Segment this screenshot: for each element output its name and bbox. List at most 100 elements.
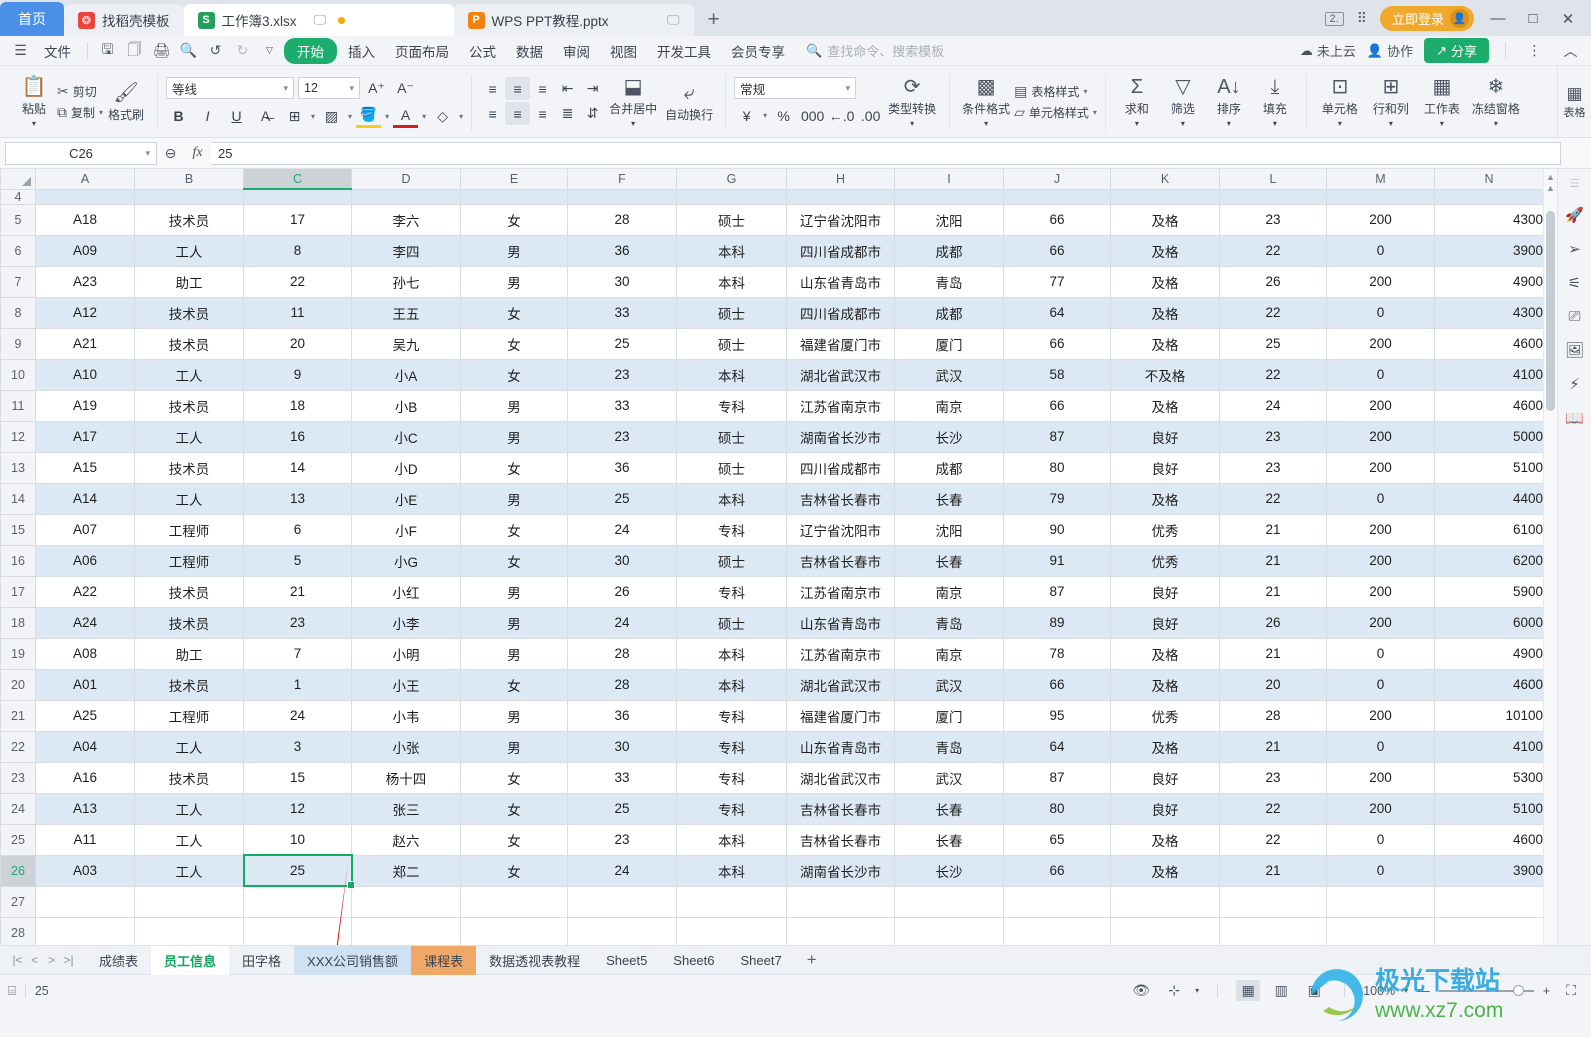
cell-J8[interactable]: 64 — [1003, 296, 1111, 329]
cell-K13[interactable]: 良好 — [1110, 451, 1220, 484]
row-header-20[interactable]: 20 — [0, 668, 36, 701]
align-left-icon[interactable]: ≡ — [480, 102, 505, 125]
close-button[interactable]: ✕ — [1557, 10, 1579, 28]
cell-G8[interactable]: 硕士 — [676, 296, 787, 329]
row-header-18[interactable]: 18 — [0, 606, 36, 639]
cell-M15[interactable]: 200 — [1326, 513, 1435, 546]
cell-L25[interactable]: 22 — [1219, 823, 1327, 856]
cell-E11[interactable]: 男 — [460, 389, 568, 422]
cell-N7[interactable]: 4900 — [1434, 265, 1544, 298]
cell-F24[interactable]: 25 — [567, 792, 677, 825]
cell-C7[interactable]: 22 — [243, 265, 352, 298]
tab-count-badge[interactable]: 2. — [1324, 11, 1344, 26]
cell-B11[interactable]: 技术员 — [134, 389, 244, 422]
cell-H15[interactable]: 辽宁省沈阳市 — [786, 513, 895, 546]
cell-G26[interactable]: 本科 — [676, 854, 787, 887]
cell-A17[interactable]: A22 — [35, 575, 135, 608]
apps-grid-icon[interactable]: ⠿ — [1357, 10, 1367, 27]
cell-F9[interactable]: 25 — [567, 327, 677, 360]
row-header-10[interactable]: 10 — [0, 358, 36, 391]
cell-G14[interactable]: 本科 — [676, 482, 787, 515]
cell-I17[interactable]: 南京 — [894, 575, 1004, 608]
cut-button[interactable]: ✂ 剪切 — [57, 83, 103, 100]
cell-B19[interactable]: 助工 — [134, 637, 244, 670]
cell[interactable] — [1003, 188, 1111, 205]
cell-D28[interactable] — [351, 916, 461, 945]
row-header-28[interactable]: 28 — [0, 916, 36, 945]
cell-G7[interactable]: 本科 — [676, 265, 787, 298]
clear-format-icon[interactable]: ◇ — [430, 105, 455, 128]
cell-F21[interactable]: 36 — [567, 699, 677, 732]
cell-L28[interactable] — [1219, 916, 1327, 945]
row-header-17[interactable]: 17 — [0, 575, 36, 608]
cell-M13[interactable]: 200 — [1326, 451, 1435, 484]
cell-D8[interactable]: 王五 — [351, 296, 461, 329]
cell-E15[interactable]: 女 — [460, 513, 568, 546]
row-header-21[interactable]: 21 — [0, 699, 36, 732]
cell-I12[interactable]: 长沙 — [894, 420, 1004, 453]
cell-I15[interactable]: 沈阳 — [894, 513, 1004, 546]
cell-I25[interactable]: 长春 — [894, 823, 1004, 856]
cell-E27[interactable] — [460, 885, 568, 918]
cell-button[interactable]: ⊡ 单元格 ▾ — [1315, 71, 1365, 133]
menu-tab-start[interactable]: 开始 — [284, 37, 337, 64]
borders-icon[interactable]: ⊞ — [282, 105, 307, 128]
cell-J18[interactable]: 89 — [1003, 606, 1111, 639]
image-icon[interactable]: 🖼 — [1565, 341, 1584, 359]
cell-N28[interactable] — [1434, 916, 1544, 945]
tab-cast-icon[interactable]: 🖵 — [314, 12, 327, 28]
cell-C5[interactable]: 17 — [243, 203, 352, 236]
quick-access-chevron-icon[interactable]: ▽ — [257, 40, 282, 62]
cell-N8[interactable]: 4300 — [1434, 296, 1544, 329]
cell-F25[interactable]: 23 — [567, 823, 677, 856]
cell-H18[interactable]: 山东省青岛市 — [786, 606, 895, 639]
sort-button[interactable]: A↓ 排序 ▾ — [1206, 71, 1252, 133]
cell-H25[interactable]: 吉林省长春市 — [786, 823, 895, 856]
cell-E14[interactable]: 男 — [460, 482, 568, 515]
cell-B6[interactable]: 工人 — [134, 234, 244, 267]
cell-D20[interactable]: 小王 — [351, 668, 461, 701]
page-break-view-icon[interactable]: ▣ — [1302, 980, 1326, 1001]
cell-E12[interactable]: 男 — [460, 420, 568, 453]
row-header-22[interactable]: 22 — [0, 730, 36, 763]
cell-A5[interactable]: A18 — [35, 203, 135, 236]
cell-G19[interactable]: 本科 — [676, 637, 787, 670]
cell-N24[interactable]: 5100 — [1434, 792, 1544, 825]
cell-M28[interactable] — [1326, 916, 1435, 945]
vertical-scrollbar[interactable]: ▲ ▲ — [1543, 169, 1557, 945]
cell-K28[interactable] — [1110, 916, 1220, 945]
cell-G20[interactable]: 本科 — [676, 668, 787, 701]
cell-F11[interactable]: 33 — [567, 389, 677, 422]
cell-F14[interactable]: 25 — [567, 482, 677, 515]
column-header-K[interactable]: K — [1110, 169, 1220, 190]
cell-I21[interactable]: 厦门 — [894, 699, 1004, 732]
cell-G9[interactable]: 硕士 — [676, 327, 787, 360]
new-tab-button[interactable]: + — [694, 4, 734, 36]
cell-A22[interactable]: A04 — [35, 730, 135, 763]
cell-F28[interactable] — [567, 916, 677, 945]
cell-D27[interactable] — [351, 885, 461, 918]
cell-N16[interactable]: 6200 — [1434, 544, 1544, 577]
cell-F6[interactable]: 36 — [567, 234, 677, 267]
menu-tab-view[interactable]: 视图 — [601, 38, 646, 64]
sheet-nav-buttons[interactable]: |< < > >| — [0, 953, 86, 967]
cell-B17[interactable]: 技术员 — [134, 575, 244, 608]
cell-M19[interactable]: 0 — [1326, 637, 1435, 670]
row-header-9[interactable]: 9 — [0, 327, 36, 360]
cell-J7[interactable]: 77 — [1003, 265, 1111, 298]
cell-F17[interactable]: 26 — [567, 575, 677, 608]
cell-A9[interactable]: A21 — [35, 327, 135, 360]
sliders-icon[interactable]: ⚟ — [1568, 274, 1581, 292]
rows-cols-button[interactable]: ⊞ 行和列 ▾ — [1365, 71, 1417, 133]
cell-J11[interactable]: 66 — [1003, 389, 1111, 422]
column-header-F[interactable]: F — [567, 169, 677, 190]
cell-C28[interactable] — [243, 916, 352, 945]
cell-I6[interactable]: 成都 — [894, 234, 1004, 267]
cell-J15[interactable]: 90 — [1003, 513, 1111, 546]
cell-L6[interactable]: 22 — [1219, 234, 1327, 267]
formula-input[interactable]: 25 — [211, 141, 1561, 165]
hamburger-icon[interactable]: ☰ — [8, 40, 33, 62]
cell-G17[interactable]: 专科 — [676, 575, 787, 608]
menu-tab-page-layout[interactable]: 页面布局 — [386, 38, 458, 64]
cell-B21[interactable]: 工程师 — [134, 699, 244, 732]
